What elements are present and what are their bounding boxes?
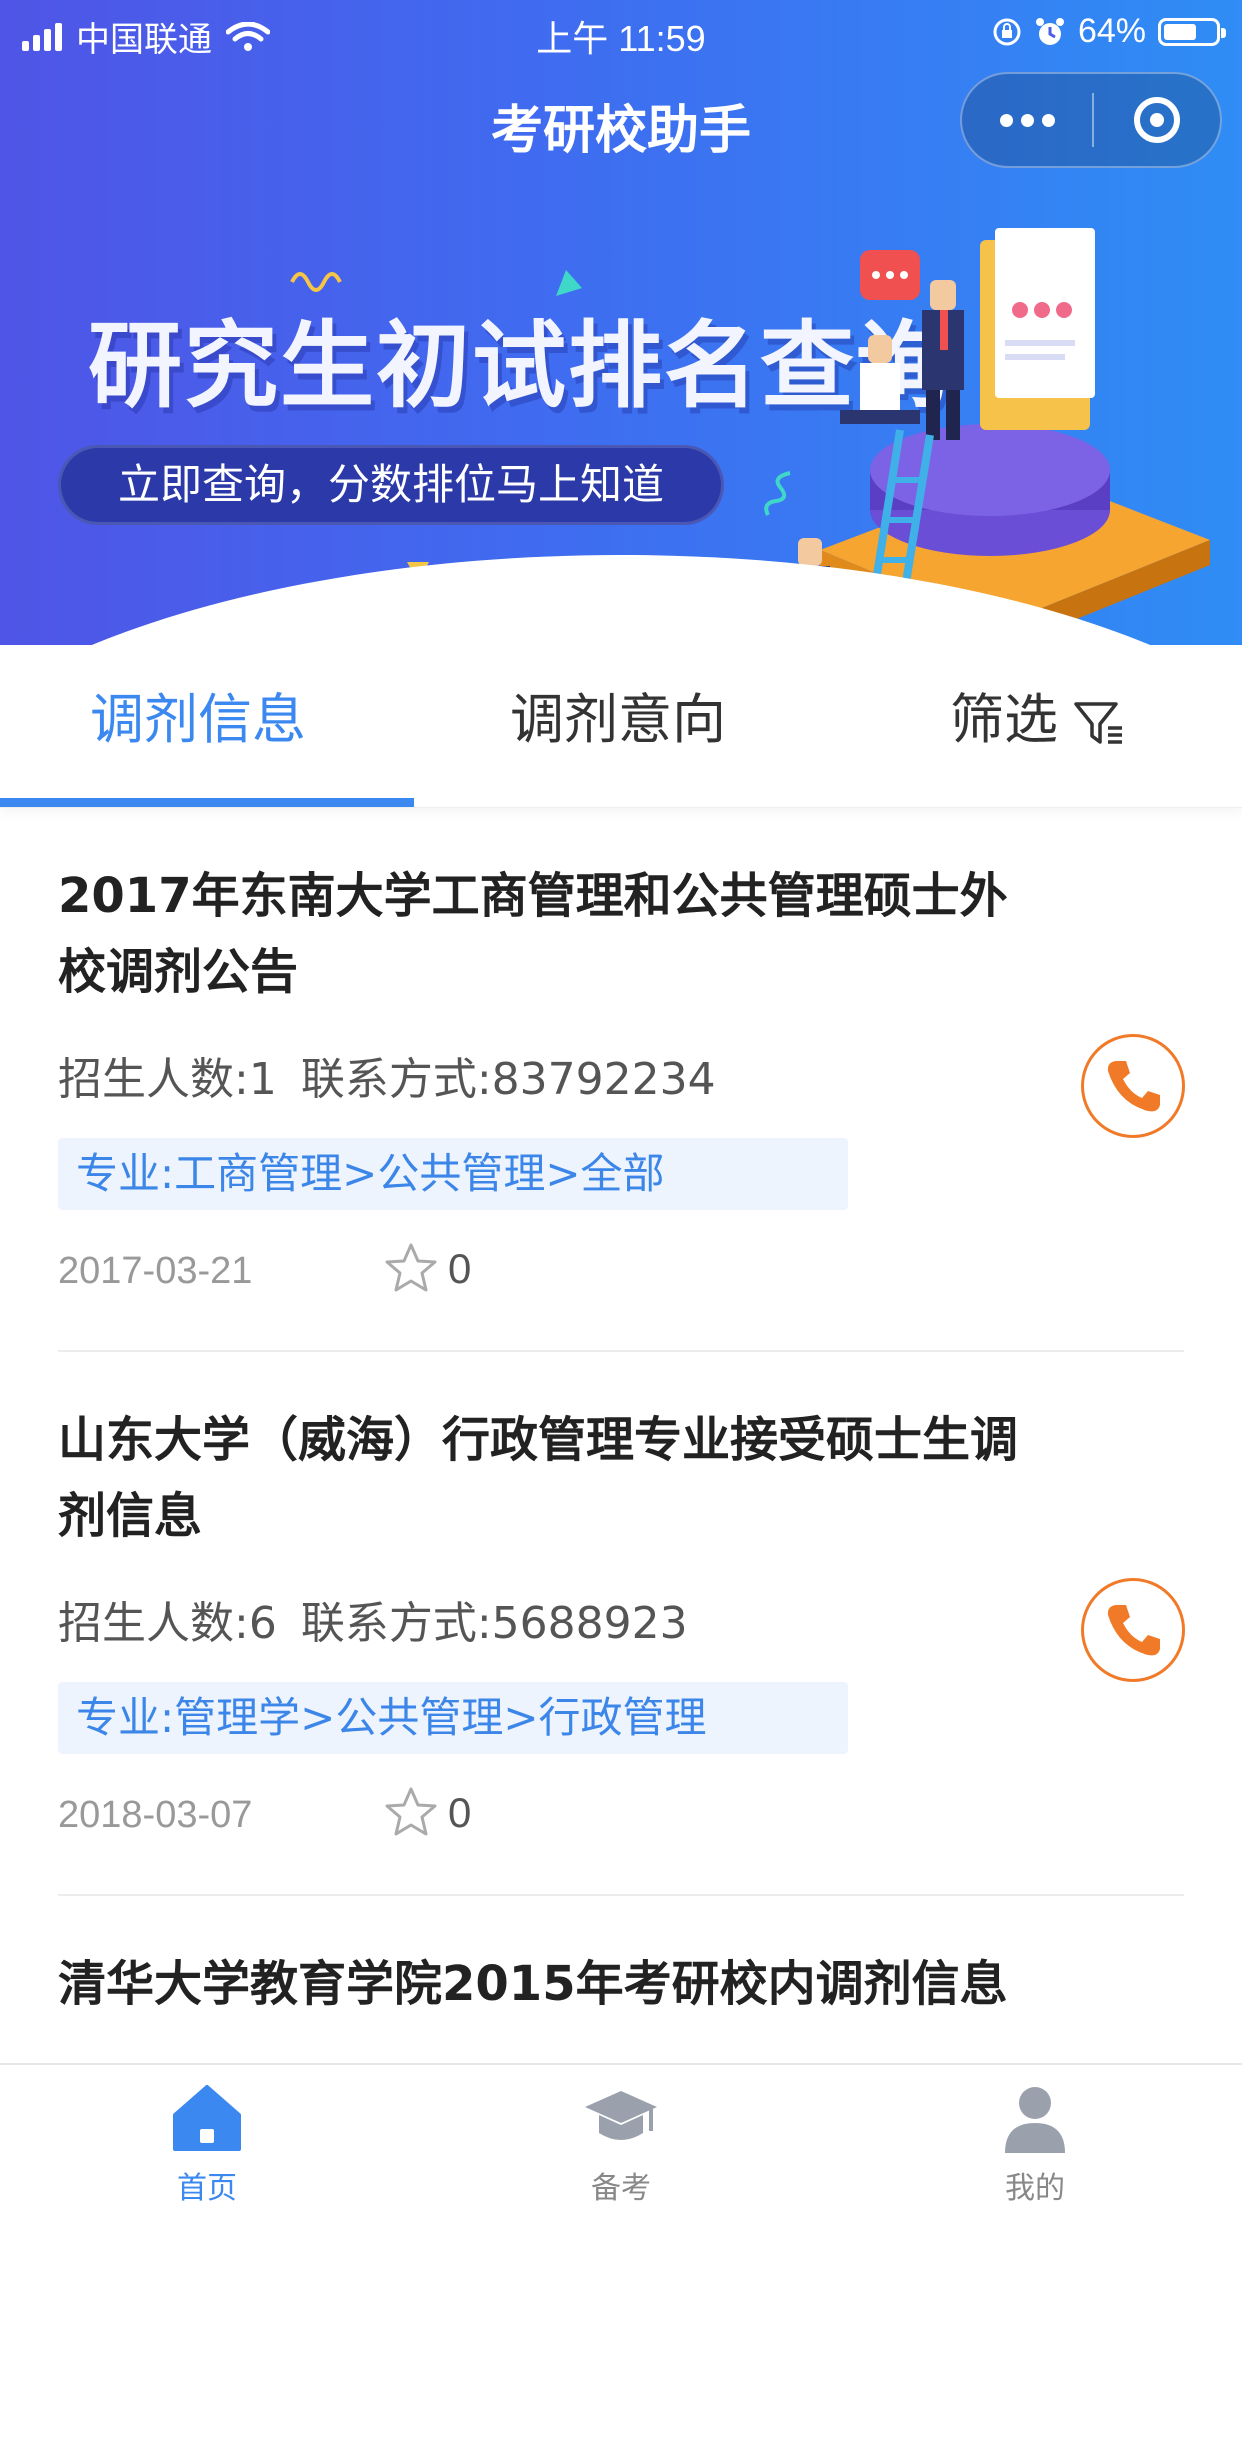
tab-adjust-intent[interactable]: 调剂意向 [510,645,726,807]
nav-mine[interactable]: 我的 [828,2065,1242,2210]
favorite-count: 0 [448,1789,472,1836]
contact-info: 联系方式:5688923 [300,1598,688,1649]
favorite-button[interactable]: 0 [382,1240,471,1298]
bottom-tab-bar: 首页 备考 我的 [0,2063,1242,2210]
favorite-button[interactable]: 0 [382,1784,471,1842]
list-item[interactable]: 山东大学（威海）行政管理专业接受硕士生调剂信息 招生人数:6 联系方式:56889… [0,1352,1242,1896]
item-info: 招生人数:1 联系方式:83792234 [58,1043,716,1107]
user-icon [1005,2087,1065,2153]
item-date: 2017-03-21 [58,1250,253,1292]
enroll-count: 招生人数:1 [58,1054,277,1105]
call-button[interactable] [1081,1034,1185,1138]
item-date: 2018-03-07 [58,1794,253,1836]
item-title[interactable]: 山东大学（威海）行政管理专业接受硕士生调剂信息 [58,1402,1038,1554]
tab-filter[interactable]: 筛选 [950,645,1126,807]
alarm-icon [1035,17,1064,45]
star-icon [385,1243,437,1292]
star-icon [385,1787,437,1836]
item-title[interactable]: 2017年东南大学工商管理和公共管理硕士外校调剂公告 [58,858,1038,1010]
squiggle-decoration [290,272,342,292]
status-bar: 中国联通 上午 11:59 64% [0,0,1242,62]
rotation-lock-icon [993,18,1021,45]
major-tag: 专业:管理学>公共管理>行政管理 [58,1682,848,1754]
hero-banner[interactable]: 中国联通 上午 11:59 64% 考研校助手 研究生初试排名查询 立即查询，分… [0,0,1242,645]
filter-icon [1074,702,1122,745]
nav-prepare-label: 备考 [591,2171,651,2206]
more-dots-icon[interactable] [962,74,1092,166]
phone-icon [1107,1605,1160,1656]
banner-query-pill[interactable]: 立即查询，分数排位马上知道 [58,445,724,525]
nav-home[interactable]: 首页 [0,2065,414,2210]
mini-program-capsule [960,72,1222,168]
battery-icon [1158,17,1226,46]
major-tag: 专业:工商管理>公共管理>全部 [58,1138,848,1210]
tab-bar: 调剂信息 调剂意向 筛选 [0,645,1242,808]
enroll-count: 招生人数:6 [58,1598,277,1649]
call-button[interactable] [1081,1578,1185,1682]
phone-icon [1107,1061,1160,1112]
tab-adjust-info[interactable]: 调剂信息 [90,645,306,807]
nav-mine-label: 我的 [1005,2171,1065,2206]
item-info: 招生人数:6 联系方式:5688923 [58,1587,688,1651]
active-tab-indicator [0,798,414,807]
item-title[interactable]: 清华大学教育学院2015年考研校内调剂信息 [58,1946,1038,2022]
contact-info: 联系方式:83792234 [300,1054,716,1105]
home-icon [173,2085,241,2151]
battery-percent: 64% [1077,12,1146,50]
target-circle-icon[interactable] [1094,74,1220,166]
graduation-cap-icon [585,2091,657,2140]
favorite-count: 0 [448,1245,472,1292]
list-item[interactable]: 2017年东南大学工商管理和公共管理硕士外校调剂公告 招生人数:1 联系方式:83… [0,808,1242,1352]
filter-label: 筛选 [950,688,1058,751]
nav-home-label: 首页 [177,2171,237,2206]
nav-prepare[interactable]: 备考 [414,2065,828,2210]
